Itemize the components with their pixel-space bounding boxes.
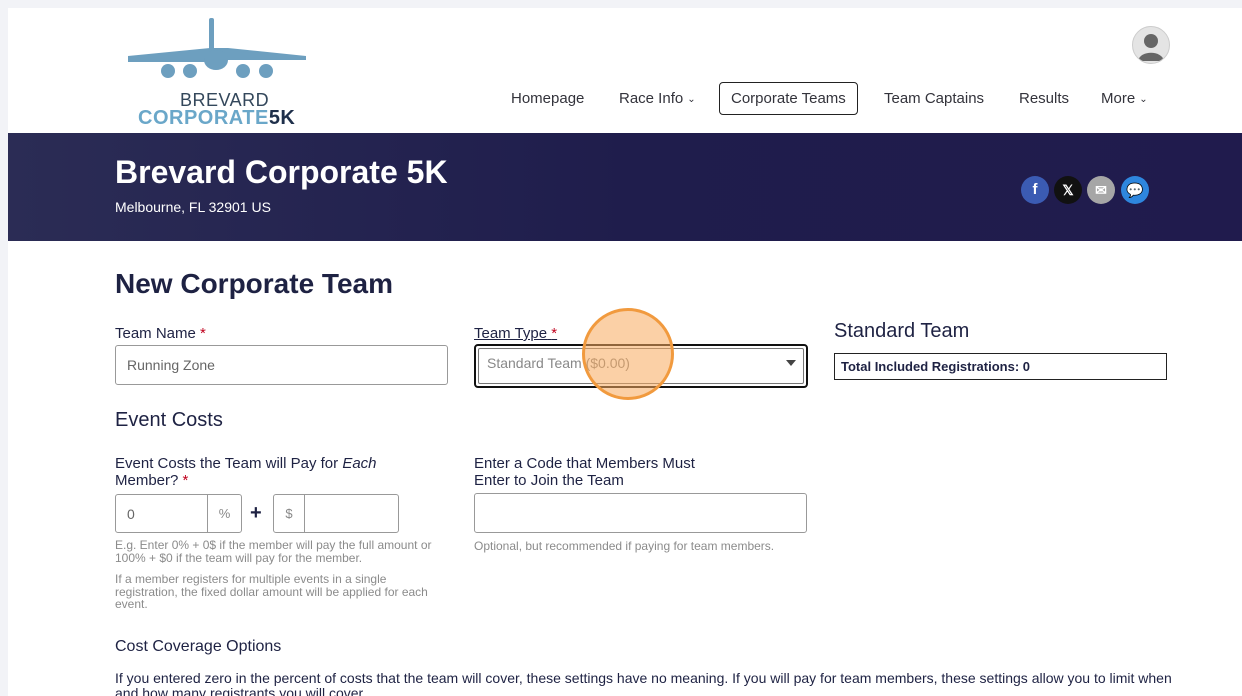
- team-name-label: Team Name *: [115, 325, 206, 342]
- cost-percent-input[interactable]: [115, 494, 208, 533]
- cost-coverage-heading: Cost Coverage Options: [115, 638, 282, 655]
- facebook-icon[interactable]: f: [1021, 176, 1049, 204]
- join-code-help: Optional, but recommended if paying for …: [474, 539, 775, 553]
- join-code-input[interactable]: [474, 493, 807, 533]
- cost-help-2: If a member registers for multiple event…: [115, 572, 428, 611]
- team-name-input[interactable]: [115, 345, 448, 385]
- cost-label: Event Costs the Team will Pay for Each Me…: [115, 455, 377, 489]
- nav-corporate-teams[interactable]: Corporate Teams: [719, 82, 858, 115]
- page: BREVARD CORPORATE5K Homepage Race Info ⌄ …: [8, 8, 1242, 696]
- cost-help-1: E.g. Enter 0% + 0$ if the member will pa…: [115, 538, 432, 565]
- event-title: Brevard Corporate 5K: [115, 154, 448, 190]
- standard-team-title: Standard Team: [834, 320, 970, 342]
- click-highlight: [582, 308, 674, 400]
- nav-team-captains[interactable]: Team Captains: [884, 82, 984, 116]
- join-code-label: Enter a Code that Members Must Enter to J…: [474, 455, 695, 489]
- total-registrations-box: Total Included Registrations: 0: [834, 353, 1167, 380]
- event-location: Melbourne, FL 32901 US: [115, 199, 271, 215]
- main-nav: Homepage Race Info ⌄ Corporate Teams Team…: [8, 82, 1242, 116]
- user-avatar-icon[interactable]: [1132, 26, 1170, 64]
- cost-coverage-text: If you entered zero in the percent of co…: [115, 670, 1172, 696]
- event-banner: Brevard Corporate 5K Melbourne, FL 32901…: [8, 133, 1242, 241]
- team-type-label: Team Type *: [474, 325, 558, 342]
- event-costs-heading: Event Costs: [115, 409, 223, 431]
- nav-homepage[interactable]: Homepage: [511, 82, 584, 116]
- cost-dollar-input[interactable]: [304, 494, 399, 533]
- dollar-addon: $: [273, 494, 305, 533]
- x-icon[interactable]: 𝕏: [1054, 176, 1082, 204]
- nav-race-info[interactable]: Race Info ⌄: [619, 82, 696, 116]
- nav-more[interactable]: More ⌄: [1101, 82, 1148, 116]
- chevron-down-icon: ⌄: [1139, 94, 1148, 105]
- plus-sign: +: [250, 502, 262, 524]
- chat-icon[interactable]: 💬: [1121, 176, 1149, 204]
- chevron-down-icon: ⌄: [687, 94, 696, 105]
- nav-results[interactable]: Results: [1019, 82, 1069, 116]
- percent-addon: %: [207, 494, 242, 533]
- caret-down-icon: [786, 360, 796, 366]
- email-icon[interactable]: ✉: [1087, 176, 1115, 204]
- page-title: New Corporate Team: [115, 268, 393, 299]
